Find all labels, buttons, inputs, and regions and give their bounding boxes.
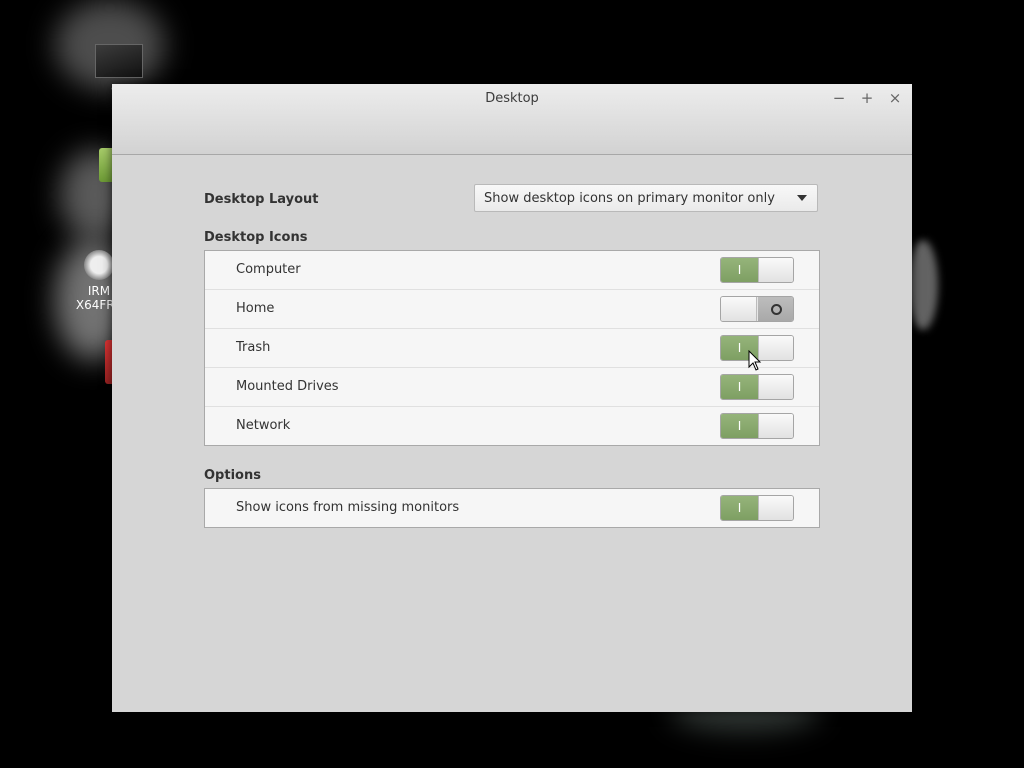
switch-knob bbox=[721, 297, 757, 321]
switch-on-indicator: I bbox=[721, 496, 758, 520]
desktop-icons-list: Computer I Home Trash I Mounted Drives I Networ… bbox=[204, 250, 820, 446]
toggle-switch[interactable] bbox=[720, 296, 794, 322]
switch-knob bbox=[758, 375, 793, 399]
setting-label: Network bbox=[236, 418, 291, 433]
switch-off-indicator-icon bbox=[771, 304, 782, 315]
toggle-switch[interactable]: I bbox=[720, 413, 794, 439]
toggle-switch[interactable]: I bbox=[720, 374, 794, 400]
setting-label: Show icons from missing monitors bbox=[236, 500, 460, 515]
toggle-switch[interactable]: I bbox=[720, 257, 794, 283]
mouse-pointer-icon bbox=[748, 350, 762, 371]
desktop-icons-heading: Desktop Icons bbox=[204, 230, 308, 245]
setting-row: Trash I bbox=[205, 329, 819, 368]
close-button[interactable]: × bbox=[884, 88, 906, 108]
maximize-button[interactable]: + bbox=[856, 88, 878, 108]
window-titlebar[interactable]: Desktop − + × bbox=[112, 84, 912, 155]
switch-knob bbox=[758, 258, 793, 282]
chevron-down-icon bbox=[797, 195, 807, 201]
switch-knob bbox=[758, 414, 793, 438]
settings-content: Desktop Layout Show desktop icons on pri… bbox=[204, 184, 820, 528]
desktop-layout-label: Desktop Layout bbox=[204, 192, 319, 207]
setting-label: Trash bbox=[236, 340, 271, 355]
options-heading: Options bbox=[204, 468, 261, 483]
desktop-layout-row: Desktop Layout Show desktop icons on pri… bbox=[204, 184, 820, 214]
setting-row: Show icons from missing monitors I bbox=[205, 489, 819, 527]
setting-row: Computer I bbox=[205, 251, 819, 290]
setting-label: Home bbox=[236, 301, 275, 316]
switch-knob bbox=[758, 336, 793, 360]
switch-knob bbox=[758, 496, 793, 520]
setting-row: Mounted Drives I bbox=[205, 368, 819, 407]
computer-icon bbox=[95, 44, 143, 78]
setting-row: Home bbox=[205, 290, 819, 329]
minimize-button[interactable]: − bbox=[828, 88, 850, 108]
wallpaper-smoke bbox=[908, 240, 938, 330]
switch-on-indicator: I bbox=[721, 258, 758, 282]
window-title: Desktop bbox=[485, 91, 539, 106]
desktop-layout-dropdown[interactable]: Show desktop icons on primary monitor on… bbox=[474, 184, 818, 212]
desktop-settings-window: Desktop − + × Desktop Layout Show deskto… bbox=[112, 84, 912, 712]
setting-label: Computer bbox=[236, 262, 301, 277]
options-list: Show icons from missing monitors I bbox=[204, 488, 820, 528]
toggle-switch[interactable]: I bbox=[720, 495, 794, 521]
switch-on-indicator: I bbox=[721, 414, 758, 438]
desktop-background: Co Ne IRM X64FRE T Desktop − + × Desktop… bbox=[0, 0, 1024, 768]
setting-label: Mounted Drives bbox=[236, 379, 339, 394]
disc-drive-icon bbox=[84, 250, 114, 280]
switch-on-indicator: I bbox=[721, 375, 758, 399]
setting-row: Network I bbox=[205, 407, 819, 445]
dropdown-selected-value: Show desktop icons on primary monitor on… bbox=[484, 191, 775, 206]
